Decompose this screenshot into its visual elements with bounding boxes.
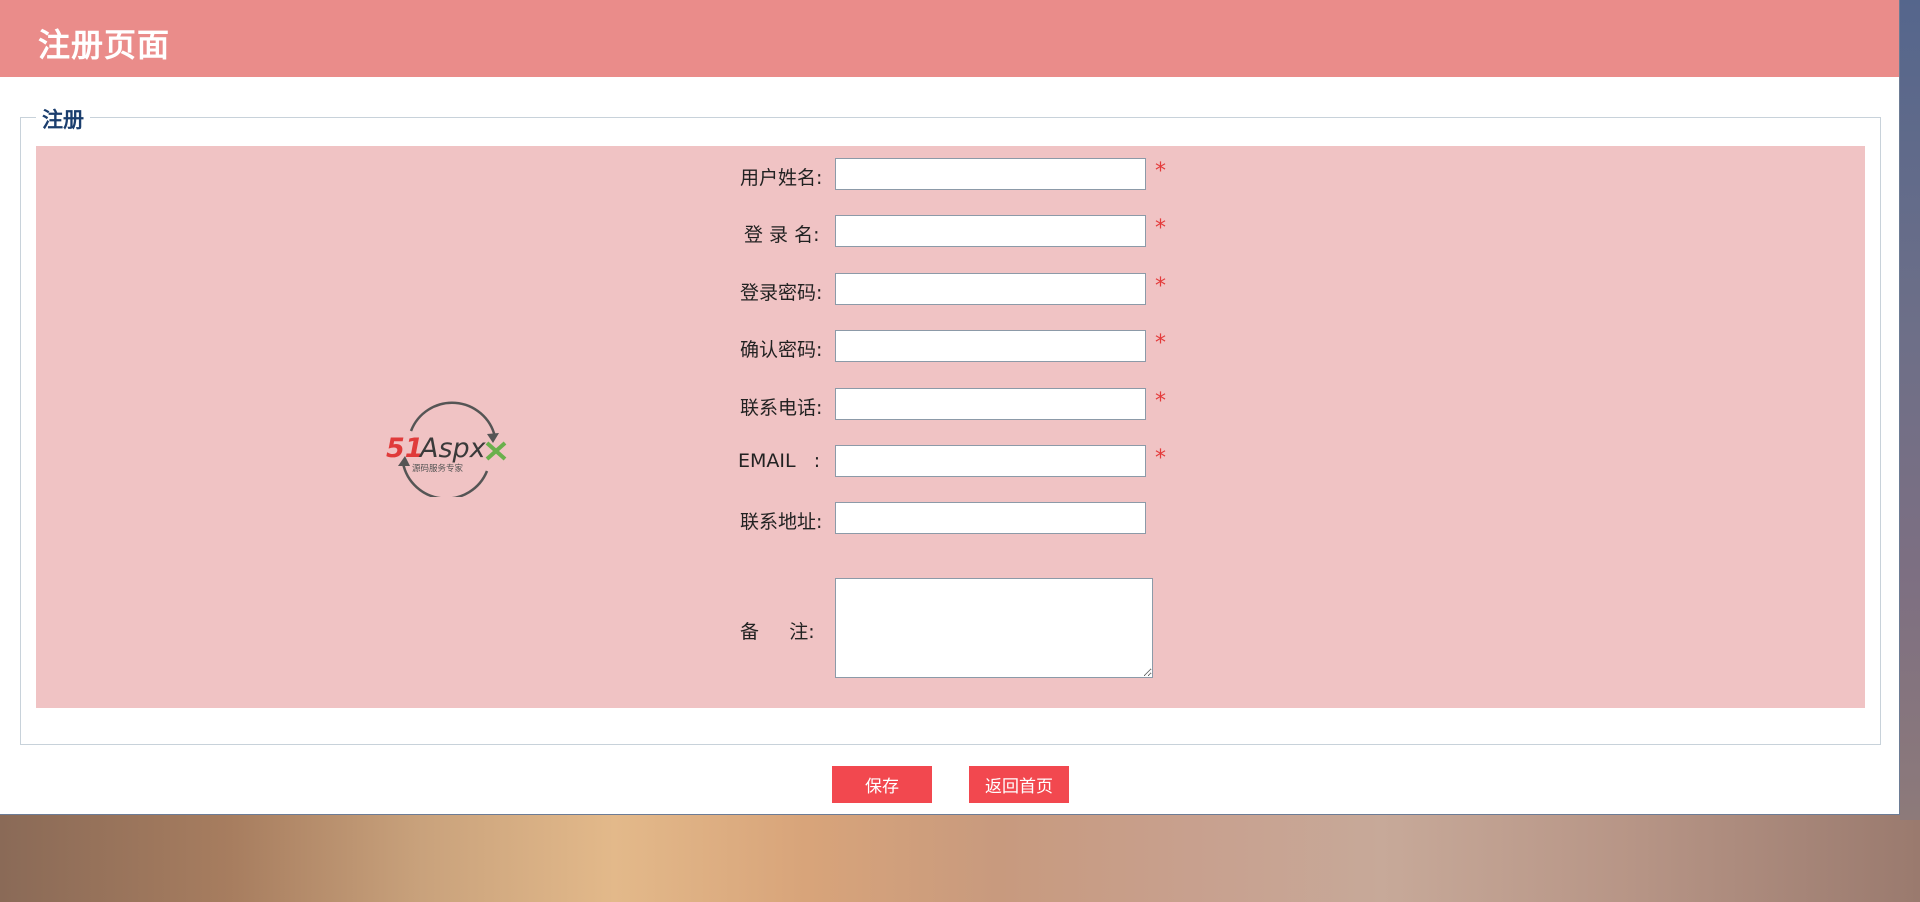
remark-textarea[interactable] xyxy=(835,578,1153,678)
label-remark: 备 注: xyxy=(740,621,815,643)
label-confirm-password: 确认密码: xyxy=(740,339,823,361)
desktop-edge xyxy=(1900,0,1920,820)
label-email: EMAIL : xyxy=(738,450,821,472)
logo-text-aspx: Aspx xyxy=(418,433,487,464)
required-mark-login-name: * xyxy=(1155,216,1166,241)
username-input[interactable] xyxy=(835,158,1146,190)
phone-input[interactable] xyxy=(835,388,1146,420)
confirm-password-input[interactable] xyxy=(835,330,1146,362)
required-mark-phone: * xyxy=(1155,389,1166,414)
page-header: 注册页面 xyxy=(0,0,1899,77)
email-input[interactable] xyxy=(835,445,1146,477)
back-home-button[interactable]: 返回首页 xyxy=(969,766,1069,803)
label-password: 登录密码: xyxy=(740,282,823,304)
label-phone: 联系电话: xyxy=(740,397,823,419)
logo-slogan: 源码服务专家 xyxy=(412,463,464,474)
required-mark-confirm-password: * xyxy=(1155,331,1166,356)
51aspx-logo: 51 Aspx 源码服务专家 xyxy=(386,401,507,497)
logo-arrow-top xyxy=(487,433,499,443)
password-input[interactable] xyxy=(835,273,1146,305)
label-login-name: 登 录 名: xyxy=(744,224,820,246)
page-title: 注册页面 xyxy=(38,26,171,64)
address-input[interactable] xyxy=(835,502,1146,534)
label-address: 联系地址: xyxy=(740,511,823,533)
required-mark-password: * xyxy=(1155,274,1166,299)
save-button[interactable]: 保存 xyxy=(832,766,932,803)
required-mark-username: * xyxy=(1155,159,1166,184)
fieldset-legend: 注册 xyxy=(36,104,90,134)
login-name-input[interactable] xyxy=(835,215,1146,247)
label-username: 用户姓名: xyxy=(740,167,823,189)
registration-window: 注册页面 注册 51 Aspx 源码服务专家 用户姓名: * 登 录 名: * … xyxy=(0,0,1900,815)
required-mark-email: * xyxy=(1155,446,1166,471)
logo-ring-top xyxy=(409,401,497,438)
logo-text-51: 51 xyxy=(386,433,424,464)
